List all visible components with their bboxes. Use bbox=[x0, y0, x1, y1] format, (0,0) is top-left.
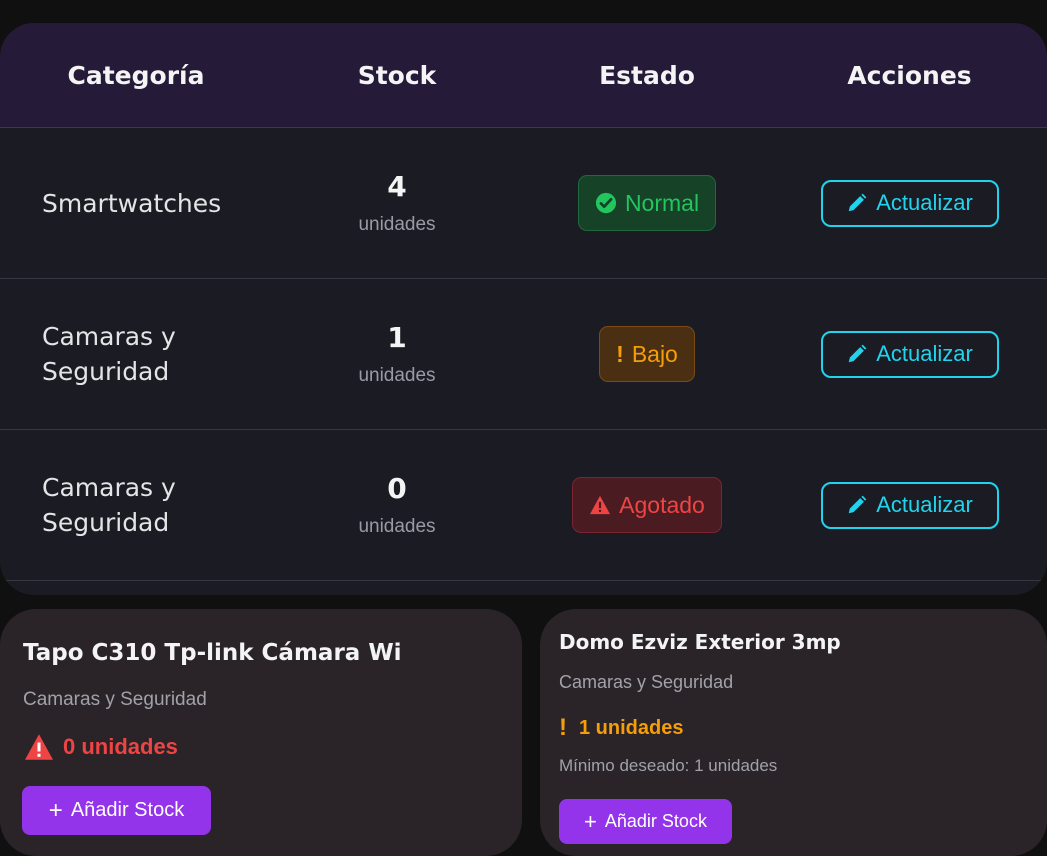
header-category: Categoría bbox=[67, 60, 205, 90]
product-card: Domo Ezviz Exterior 3mp Camaras y Seguri… bbox=[540, 609, 1047, 856]
status-badge: Agotado bbox=[572, 477, 722, 533]
stock-unit: unidades bbox=[358, 365, 436, 386]
row-category-line: Camaras y bbox=[42, 322, 176, 351]
exclamation-icon: ! bbox=[559, 714, 567, 741]
update-button-label: Actualizar bbox=[876, 190, 973, 215]
row-status: Normal bbox=[522, 175, 772, 231]
stock-number: 1 bbox=[387, 321, 407, 354]
status-label: Normal bbox=[624, 189, 700, 216]
plus-icon: + bbox=[48, 796, 63, 824]
add-stock-button[interactable]: + Añadir Stock bbox=[22, 786, 211, 835]
row-actions: Actualizar bbox=[772, 330, 1047, 378]
header-stock: Stock bbox=[357, 60, 437, 90]
quantity-label: 1 unidades bbox=[579, 716, 684, 739]
stock-unit: unidades bbox=[358, 214, 436, 235]
pencil-icon bbox=[846, 494, 868, 516]
warning-triangle-icon bbox=[23, 733, 55, 761]
row-stock: 0 unidades bbox=[272, 472, 522, 538]
status-label: Bajo bbox=[631, 340, 678, 367]
update-button[interactable]: Actualizar bbox=[820, 179, 999, 227]
plus-icon: + bbox=[584, 808, 597, 834]
row-category-line: Seguridad bbox=[42, 357, 170, 386]
header-actions: Acciones bbox=[847, 60, 972, 90]
row-actions: Actualizar bbox=[772, 481, 1047, 529]
stock-number: 0 bbox=[387, 472, 407, 505]
row-stock: 4 unidades bbox=[272, 170, 522, 236]
row-category-line: Seguridad bbox=[42, 508, 170, 537]
row-category: Camaras y Seguridad bbox=[0, 470, 272, 540]
stock-table: Categoría Stock Estado Acciones Smartwat… bbox=[0, 23, 1047, 595]
status-badge: ! Bajo bbox=[599, 326, 695, 382]
status-badge: Normal bbox=[577, 175, 717, 231]
product-category: Camaras y Seguridad bbox=[23, 689, 207, 710]
add-stock-button[interactable]: + Añadir Stock bbox=[559, 799, 732, 844]
quantity-label: 0 unidades bbox=[63, 734, 178, 759]
update-button[interactable]: Actualizar bbox=[820, 481, 999, 529]
table-row: Smartwatches 4 unidades Normal Actualiza… bbox=[0, 128, 1047, 279]
row-category: Camaras y Seguridad bbox=[0, 319, 272, 389]
product-title: Tapo C310 Tp-link Cámara Wi bbox=[23, 640, 402, 666]
stock-number: 4 bbox=[387, 170, 407, 203]
warning-triangle-icon bbox=[589, 495, 611, 515]
row-category-line: Camaras y bbox=[42, 473, 176, 502]
row-category: Smartwatches bbox=[42, 188, 222, 218]
row-stock: 1 unidades bbox=[272, 321, 522, 387]
product-card: Tapo C310 Tp-link Cámara Wi Camaras y Se… bbox=[0, 609, 522, 856]
product-quantity: 0 unidades bbox=[23, 733, 178, 761]
exclamation-icon: ! bbox=[616, 340, 624, 367]
product-title: Domo Ezviz Exterior 3mp bbox=[559, 630, 841, 654]
row-actions: Actualizar bbox=[772, 179, 1047, 227]
row-status: Agotado bbox=[522, 477, 772, 533]
table-row: Camaras y Seguridad 0 unidades Agotado A… bbox=[0, 430, 1047, 581]
update-button-label: Actualizar bbox=[876, 492, 973, 517]
update-button-label: Actualizar bbox=[876, 341, 973, 366]
table-header: Categoría Stock Estado Acciones bbox=[0, 23, 1047, 128]
add-stock-label: Añadir Stock bbox=[70, 799, 185, 821]
row-status: ! Bajo bbox=[522, 326, 772, 382]
header-status: Estado bbox=[599, 60, 695, 90]
product-category: Camaras y Seguridad bbox=[559, 672, 734, 692]
update-button[interactable]: Actualizar bbox=[820, 330, 999, 378]
check-circle-icon bbox=[595, 192, 617, 214]
add-stock-label: Añadir Stock bbox=[604, 811, 707, 831]
minimum-desired: Mínimo deseado: 1 unidades bbox=[559, 756, 778, 775]
product-quantity: ! 1 unidades bbox=[559, 714, 683, 742]
pencil-icon bbox=[846, 343, 868, 365]
stock-unit: unidades bbox=[358, 516, 436, 537]
status-label: Agotado bbox=[619, 491, 705, 518]
table-row: Camaras y Seguridad 1 unidades ! Bajo Ac… bbox=[0, 279, 1047, 430]
pencil-icon bbox=[846, 192, 868, 214]
